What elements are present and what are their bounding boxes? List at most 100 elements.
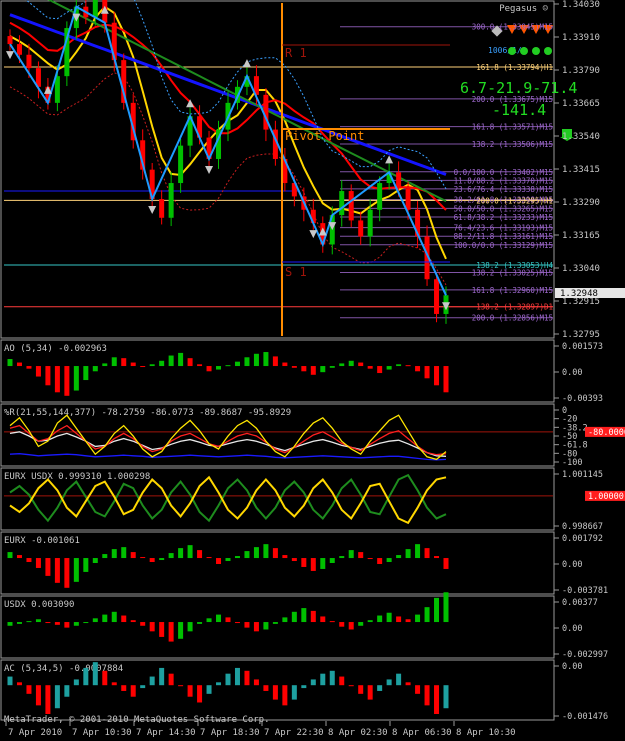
histogram-bar (140, 622, 146, 626)
histogram-bar (197, 622, 203, 624)
histogram-bar (149, 622, 155, 632)
histogram-bar (424, 607, 430, 623)
panel-axis-label: 0.001792 (562, 534, 603, 544)
histogram-bar (310, 366, 316, 375)
histogram-bar (225, 617, 231, 623)
fib-label: 61.8/38.2 (1.33233)M15 (454, 213, 553, 222)
price-tick-label: 1.33165 (562, 231, 600, 241)
histogram-bar (187, 545, 193, 559)
histogram-bar (434, 556, 440, 559)
fib-label: 161.8 (1.33794)H1 (476, 63, 553, 72)
histogram-bar (83, 366, 89, 381)
histogram-bar (405, 619, 411, 623)
histogram-bar (329, 558, 335, 563)
histogram-bar (329, 621, 335, 623)
histogram-bar (54, 622, 60, 625)
panel-axis-label: 0.00 (562, 368, 582, 378)
histogram-bar (159, 622, 165, 637)
histogram-bar (7, 622, 13, 626)
panel-title: EURX USDX 0.999310 1.000298 (4, 472, 150, 482)
histogram-bar (272, 356, 278, 367)
candle-body (396, 172, 402, 189)
histogram-bar (187, 685, 193, 697)
histogram-bar (92, 618, 98, 623)
histogram-bar (64, 685, 70, 697)
histogram-bar (272, 685, 278, 700)
histogram-bar (54, 558, 60, 583)
histogram-bar (16, 362, 22, 367)
histogram-bar (424, 685, 430, 706)
histogram-bar (291, 558, 297, 562)
histogram-bar (244, 357, 250, 367)
candle-body (405, 188, 411, 210)
histogram-bar (358, 622, 364, 626)
histogram-bar (64, 366, 70, 396)
histogram-bar (282, 617, 288, 623)
histogram-bar (111, 357, 117, 367)
histogram-bar (396, 673, 402, 686)
histogram-bar (102, 670, 108, 686)
histogram-bar (168, 622, 174, 642)
panel-axis-label: -0.002997 (562, 650, 608, 660)
histogram-bar (263, 544, 269, 559)
histogram-bar (377, 615, 383, 623)
histogram-bar (26, 685, 32, 694)
dot-icon (532, 47, 540, 55)
histogram-bar (272, 622, 278, 624)
candle-body (367, 209, 373, 237)
fib-label: 161.8 (1.32960)M15 (472, 286, 553, 295)
fib-label: 200.0 (1.32856)M15 (472, 314, 553, 323)
histogram-bar (234, 556, 240, 559)
panel-axis-label: -0.001476 (562, 712, 608, 722)
dot-icon (520, 47, 528, 55)
candle-body (434, 279, 440, 314)
histogram-bar (386, 558, 392, 563)
panel-axis-label: 0.001573 (562, 342, 603, 352)
histogram-bar (216, 682, 222, 686)
histogram-bar (434, 366, 440, 386)
r1-label: R 1 (285, 46, 307, 60)
fib-label: 23.6/76.4 (1.33338)M15 (454, 185, 553, 194)
histogram-bar (339, 676, 345, 686)
histogram-bar (424, 366, 430, 379)
panel-axis-label: 0.998667 (562, 522, 603, 532)
histogram-bar (7, 676, 13, 686)
dot-icon (508, 47, 516, 55)
fib-label: 138.2 (1.33025)M15 (472, 269, 553, 278)
histogram-bar (130, 362, 136, 367)
histogram-bar (26, 621, 32, 623)
histogram-bar (121, 685, 127, 691)
histogram-bar (159, 667, 165, 686)
histogram-bar (54, 366, 60, 393)
histogram-bar (149, 676, 155, 686)
fib-label: 138.2 (1.32897)D1 (476, 303, 553, 312)
histogram-bar (367, 558, 373, 560)
histogram-bar (225, 673, 231, 686)
histogram-bar (102, 363, 108, 367)
histogram-bar (443, 366, 449, 393)
histogram-bar (197, 550, 203, 559)
histogram-bar (197, 364, 203, 367)
histogram-bar (178, 685, 184, 687)
panel-axis-label: 0.00 (562, 662, 582, 672)
dot-icon (544, 47, 552, 55)
fib-label: 138.2 (1.33506)M15 (472, 140, 553, 149)
histogram-bar (443, 685, 449, 709)
histogram-bar (348, 685, 354, 687)
histogram-bar (415, 685, 421, 694)
histogram-bar (396, 364, 402, 367)
histogram-bar (102, 614, 108, 623)
copyright: MetaTrader, © 2001-2010 MetaQuotes Softw… (4, 715, 270, 725)
histogram-bar (83, 622, 89, 624)
histogram-bar (320, 616, 326, 623)
price-tick-label: 1.33665 (562, 99, 600, 109)
panel-title: %R(21,55,144,377) -78.2759 -86.0773 -89.… (4, 408, 291, 418)
histogram-bar (282, 362, 288, 367)
histogram-bar (73, 366, 79, 391)
candle-body (92, 0, 98, 18)
histogram-bar (26, 366, 32, 369)
histogram-bar (396, 616, 402, 623)
price-tick-label: 1.33540 (562, 132, 600, 142)
histogram-bar (301, 608, 307, 623)
histogram-bar (54, 685, 60, 709)
